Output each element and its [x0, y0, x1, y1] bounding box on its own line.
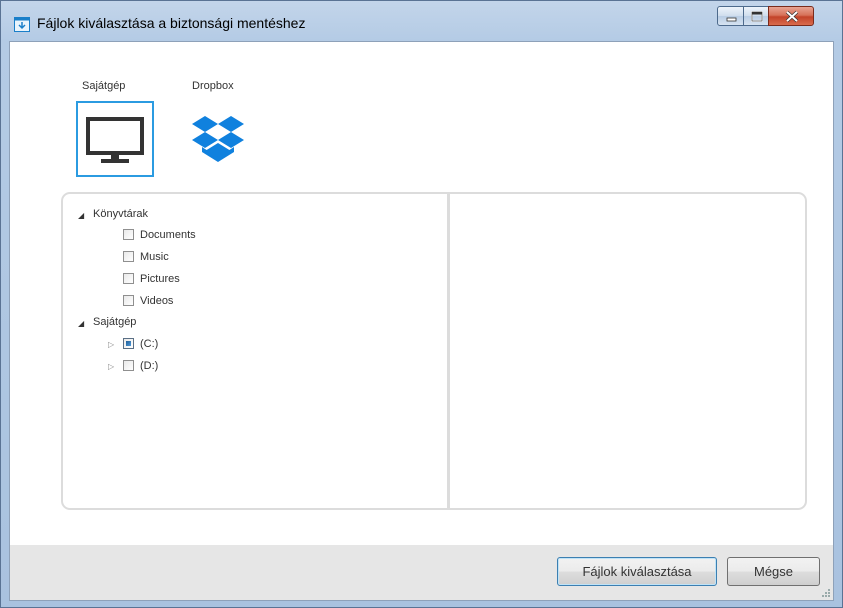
monitor-icon	[86, 117, 144, 163]
dropbox-icon[interactable]	[192, 114, 244, 164]
minimize-icon	[726, 17, 737, 22]
source-label-dropbox: Dropbox	[192, 80, 234, 92]
panel-divider[interactable]	[447, 194, 450, 508]
checkbox-music[interactable]	[123, 251, 134, 262]
backup-app-icon	[14, 17, 30, 32]
source-computer[interactable]	[76, 101, 154, 177]
file-browser-panel: ◢ Könyvtárak Documents Music Pictures Vi…	[61, 192, 807, 510]
close-button[interactable]	[768, 6, 814, 26]
checkbox-documents[interactable]	[123, 229, 134, 240]
expand-arrow-icon[interactable]: ▷	[108, 340, 114, 349]
title-bar[interactable]: Fájlok kiválasztása a biztonsági mentésh…	[1, 1, 842, 41]
source-label-computer: Sajátgép	[82, 80, 126, 92]
folder-tree[interactable]: ◢ Könyvtárak Documents Music Pictures Vi…	[63, 194, 443, 504]
tree-item-videos[interactable]: Videos	[140, 295, 173, 307]
resize-grip-icon[interactable]	[821, 588, 831, 598]
tree-item-pictures[interactable]: Pictures	[140, 273, 180, 285]
select-files-button[interactable]: Fájlok kiválasztása	[557, 557, 717, 586]
tree-item-music[interactable]: Music	[140, 251, 169, 263]
close-icon	[785, 10, 799, 23]
window-title: Fájlok kiválasztása a biztonsági mentésh…	[37, 15, 306, 31]
dialog-content: Sajátgép Dropbox ◢ Könyvtárak Documents	[9, 41, 834, 601]
checkbox-drive-d[interactable]	[123, 360, 134, 371]
collapse-arrow-icon[interactable]: ◢	[78, 319, 84, 328]
tree-item-drive-d[interactable]: (D:)	[140, 360, 158, 372]
checkbox-pictures[interactable]	[123, 273, 134, 284]
checkbox-videos[interactable]	[123, 295, 134, 306]
minimize-button[interactable]	[717, 6, 744, 26]
file-list-pane[interactable]	[451, 194, 803, 508]
tree-item-documents[interactable]: Documents	[140, 229, 196, 241]
tree-item-drive-c[interactable]: (C:)	[140, 338, 158, 350]
expand-arrow-icon[interactable]: ▷	[108, 362, 114, 371]
checkbox-drive-c[interactable]	[123, 338, 134, 349]
dialog-window: Fájlok kiválasztása a biztonsági mentésh…	[0, 0, 843, 608]
tree-node-computer[interactable]: Sajátgép	[93, 316, 136, 328]
maximize-icon	[751, 11, 763, 22]
tree-node-libraries[interactable]: Könyvtárak	[93, 208, 148, 220]
collapse-arrow-icon[interactable]: ◢	[78, 211, 84, 220]
cancel-button[interactable]: Mégse	[727, 557, 820, 586]
maximize-button[interactable]	[743, 6, 769, 26]
